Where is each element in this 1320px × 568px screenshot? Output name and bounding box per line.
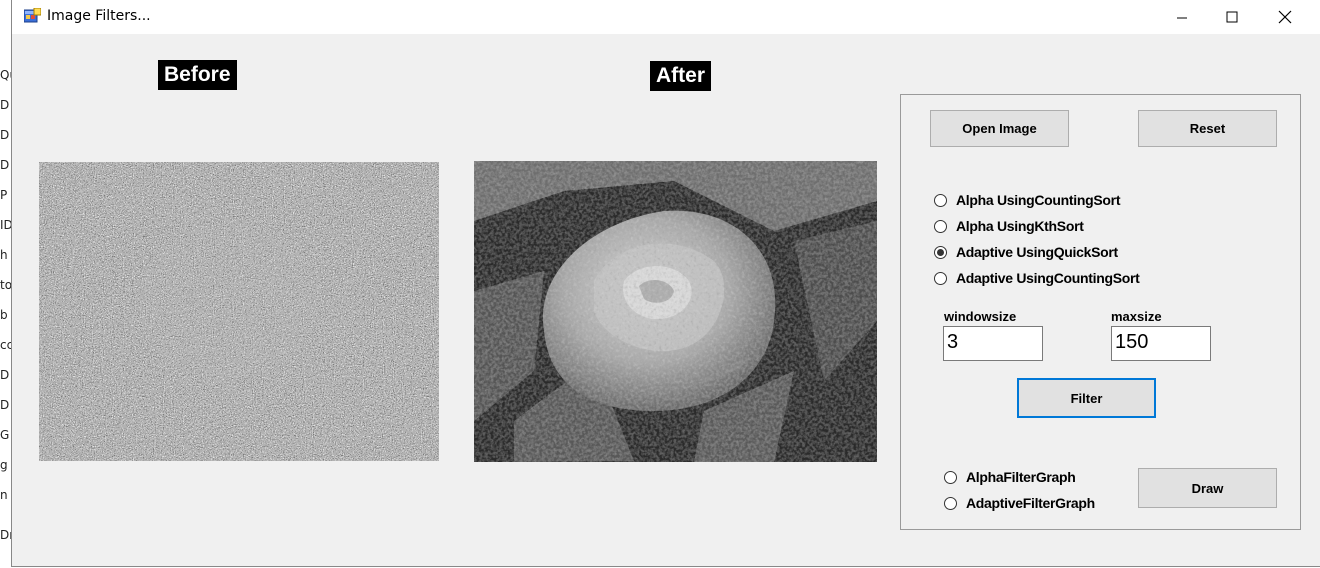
bg-text: P [0, 188, 8, 202]
minimize-button[interactable] [1159, 0, 1205, 34]
radio-alpha-counting-sort[interactable]: Alpha UsingCountingSort [934, 192, 1121, 208]
maxsize-label: maxsize [1111, 309, 1162, 324]
reset-button[interactable]: Reset [1138, 110, 1277, 147]
app-icon [24, 8, 41, 23]
radio-label: Adaptive UsingQuickSort [956, 244, 1118, 260]
radio-circle [944, 496, 957, 510]
radio-label: Alpha UsingKthSort [956, 218, 1084, 234]
radio-alpha-kth-sort[interactable]: Alpha UsingKthSort [934, 218, 1084, 234]
windowsize-label: windowsize [944, 309, 1017, 324]
bg-text: g [0, 458, 8, 472]
radio-adaptive-quick-sort[interactable]: Adaptive UsingQuickSort [934, 244, 1118, 260]
radio-adaptive-counting-sort[interactable]: Adaptive UsingCountingSort [934, 270, 1140, 286]
bg-text: D [0, 398, 10, 412]
window-title: Image Filters... [47, 8, 151, 24]
bg-text: n [0, 488, 8, 502]
after-label: After [650, 61, 712, 91]
minimize-icon [1177, 17, 1187, 19]
draw-button[interactable]: Draw [1138, 468, 1277, 508]
radio-circle [944, 470, 957, 484]
open-image-button[interactable]: Open Image [930, 110, 1069, 147]
radio-circle [934, 271, 947, 285]
bg-text: G [0, 428, 10, 442]
maxsize-input[interactable]: 150 [1111, 326, 1211, 361]
radio-label: AdaptiveFilterGraph [966, 495, 1095, 511]
radio-label: AlphaFilterGraph [966, 469, 1076, 485]
bg-text: D [0, 158, 10, 172]
radio-alpha-filter-graph[interactable]: AlphaFilterGraph [944, 469, 1076, 485]
before-label: Before [158, 60, 237, 90]
bg-text: b [0, 308, 8, 322]
controls-panel: Open Image Reset Alpha UsingCountingSort… [900, 94, 1301, 530]
bg-text: D [0, 368, 10, 382]
radio-label: Adaptive UsingCountingSort [956, 270, 1140, 286]
maximize-icon [1226, 11, 1238, 23]
title-bar[interactable]: Image Filters... [12, 0, 1320, 34]
radio-label: Alpha UsingCountingSort [956, 192, 1121, 208]
radio-circle [934, 219, 947, 233]
radio-dot [937, 248, 944, 256]
image-filters-window: Image Filters... Before After Open Image… [11, 0, 1320, 567]
close-icon [1278, 10, 1292, 24]
bg-text: D [0, 98, 10, 112]
windowsize-input[interactable]: 3 [943, 326, 1043, 361]
maximize-button[interactable] [1209, 0, 1255, 34]
before-image [39, 162, 439, 461]
bg-text: D [0, 128, 10, 142]
filter-button[interactable]: Filter [1017, 378, 1156, 418]
bg-text: h [0, 248, 8, 262]
radio-circle-selected [934, 245, 947, 259]
close-button[interactable] [1262, 0, 1308, 34]
after-image [474, 161, 877, 462]
radio-circle [934, 193, 947, 207]
radio-adaptive-filter-graph[interactable]: AdaptiveFilterGraph [944, 495, 1095, 511]
